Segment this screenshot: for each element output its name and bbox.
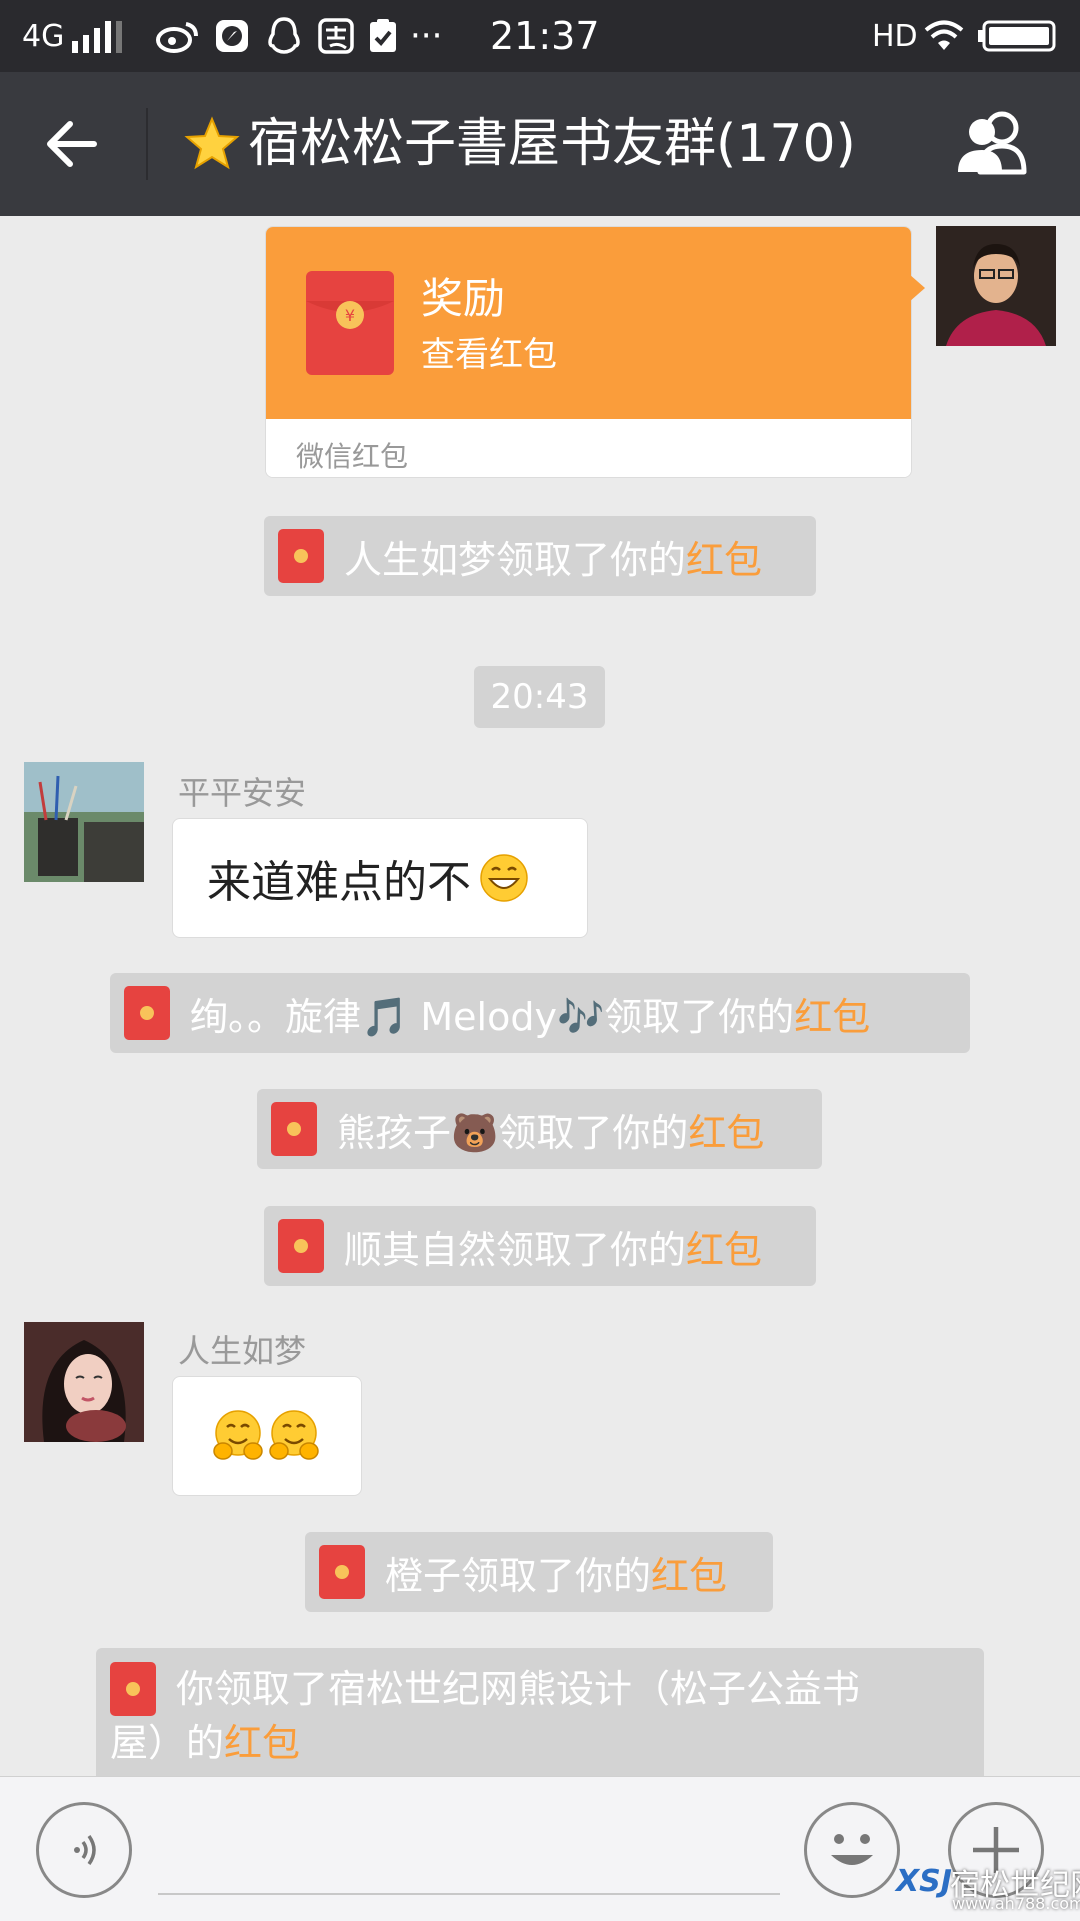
clock: 21:37	[490, 14, 600, 58]
red-packet-link[interactable]: 红包	[224, 1721, 300, 1765]
chat-title: 宿松松子書屋书友群(170)	[248, 114, 856, 174]
clipboard-icon	[368, 0, 398, 72]
message-text: 来道难点的不	[207, 857, 471, 908]
red-packet-footer-label: 微信红包	[296, 440, 409, 473]
message-input[interactable]	[158, 1893, 780, 1895]
red-packet-mini-icon	[124, 986, 170, 1040]
voice-icon	[74, 1834, 96, 1866]
system-message: 绚。。旋律🎵 Melody🎶领取了你的 红包	[110, 973, 970, 1053]
timestamp: 20:43	[474, 666, 605, 728]
yuan-symbol: ¥	[345, 306, 355, 325]
red-packet-subtitle: 查看红包	[421, 335, 557, 375]
red-packet-link[interactable]: 红包	[794, 986, 870, 1041]
system-message: 熊孩子🐻领取了你的 红包	[257, 1089, 822, 1169]
red-packet-link[interactable]: 红包	[686, 1219, 762, 1274]
red-packet-link[interactable]: 红包	[651, 1545, 727, 1600]
avatar-self[interactable]	[936, 226, 1056, 346]
red-packet-body: ¥ 奖励 查看红包	[266, 227, 911, 419]
red-packet-title: 奖励	[421, 274, 506, 323]
group-members-button[interactable]	[950, 108, 1040, 180]
star-icon	[184, 116, 240, 170]
person-avatar-icon	[936, 226, 1056, 346]
system-message-text: 人生如梦领取了你的	[344, 537, 687, 582]
watermark-logo: XSJ	[896, 1864, 952, 1899]
sender-name: 人生如梦	[178, 1332, 307, 1370]
desk-photo-avatar-icon	[24, 762, 144, 882]
red-packet-mini-icon	[110, 1662, 156, 1716]
hugging-face-icon	[269, 1410, 319, 1460]
red-packet-mini-icon	[278, 1219, 324, 1273]
status-bar: 4G ··· 21:37 HD	[0, 0, 1080, 72]
message-bubble[interactable]	[172, 1376, 362, 1496]
system-message: 橙子领取了你的 红包	[305, 1532, 773, 1612]
network-label: 4G	[22, 18, 65, 54]
system-message-text: 橙子领取了你的	[385, 1553, 652, 1598]
hugging-face-icon	[213, 1410, 263, 1460]
emoji-button[interactable]	[804, 1802, 900, 1898]
compass-icon	[214, 0, 250, 72]
qq-icon	[266, 0, 302, 72]
woman-avatar-icon	[24, 1322, 144, 1442]
system-message-text: 屋）的	[110, 1721, 225, 1765]
red-packet-mini-icon	[271, 1102, 317, 1156]
watermark-url: www.ah788.com	[952, 1894, 1080, 1913]
back-button[interactable]	[30, 102, 114, 186]
avatar-pingpinganan[interactable]	[24, 762, 144, 882]
alipay-icon	[318, 0, 354, 72]
grinning-face-icon	[480, 854, 528, 902]
chat-title-bar: 宿松松子書屋书友群(170)	[0, 72, 1080, 216]
red-packet-mini-icon	[278, 529, 324, 583]
red-packet-link[interactable]: 红包	[688, 1102, 764, 1157]
voice-button[interactable]	[36, 1802, 132, 1898]
chat-area: ¥ 奖励 查看红包 微信红包 人生如梦领取了你的 红包 20:43 平平安安 来…	[0, 216, 1080, 1776]
system-message-text: 熊孩子🐻领取了你的	[337, 1110, 689, 1155]
red-packet-link[interactable]: 红包	[686, 529, 762, 584]
red-packet-mini-icon	[319, 1545, 365, 1599]
weibo-icon	[156, 0, 200, 72]
signal-icon	[72, 0, 126, 72]
more-notifications-icon: ···	[410, 16, 443, 56]
bubble-tail	[909, 274, 925, 302]
site-watermark: XSJ 宿松世纪网 www.ah788.com	[896, 1860, 1080, 1920]
system-message-text: 顺其自然领取了你的	[344, 1227, 687, 1272]
smiley-icon	[831, 1834, 873, 1865]
system-message: 人生如梦领取了你的 红包	[264, 516, 816, 596]
red-packet-message[interactable]: ¥ 奖励 查看红包 微信红包	[265, 226, 912, 478]
title-divider	[146, 108, 148, 180]
system-message-text: 绚。。旋律🎵 Melody🎶领取了你的	[190, 994, 795, 1039]
hd-label: HD	[872, 18, 918, 54]
back-arrow-icon	[47, 121, 97, 167]
battery-icon	[978, 0, 1058, 72]
red-packet-icon: ¥	[306, 271, 394, 375]
group-members-icon	[958, 111, 1027, 175]
wifi-icon	[922, 0, 966, 72]
system-message: 顺其自然领取了你的 红包	[264, 1206, 816, 1286]
system-message-text: 你领取了宿松世纪网熊设计（松子公益书	[176, 1667, 861, 1711]
sender-name: 平平安安	[178, 774, 307, 812]
avatar-renshengrumeng[interactable]	[24, 1322, 144, 1442]
system-message: 你领取了宿松世纪网熊设计（松子公益书 屋）的红包	[96, 1648, 984, 1776]
message-bubble[interactable]: 来道难点的不	[172, 818, 588, 938]
